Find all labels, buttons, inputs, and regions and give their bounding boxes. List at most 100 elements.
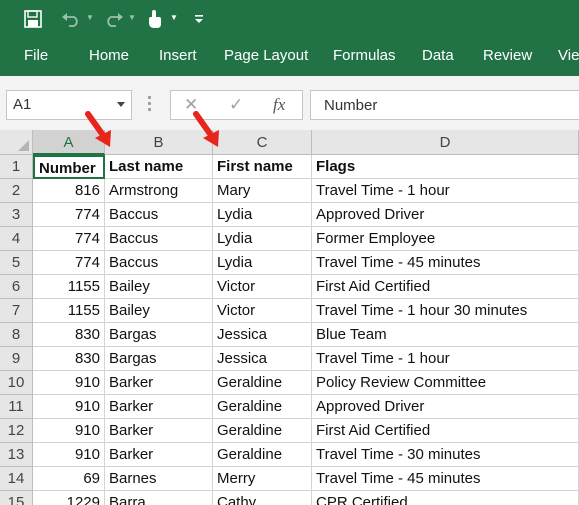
row-header[interactable]: 6 <box>0 275 33 299</box>
row-header[interactable]: 8 <box>0 323 33 347</box>
row-header[interactable]: 11 <box>0 395 33 419</box>
cell-a15[interactable]: 1229 <box>33 491 105 505</box>
cell-d7[interactable]: Travel Time - 1 hour 30 minutes <box>312 299 579 323</box>
cell-d10[interactable]: Policy Review Committee <box>312 371 579 395</box>
cell-a9[interactable]: 830 <box>33 347 105 371</box>
cell-d5[interactable]: Travel Time - 45 minutes <box>312 251 579 275</box>
resize-grip-icon[interactable] <box>148 96 151 114</box>
tab-view[interactable]: Vie <box>558 38 579 76</box>
tab-formulas[interactable]: Formulas <box>333 38 396 76</box>
name-box-value: A1 <box>13 96 32 113</box>
cell-a10[interactable]: 910 <box>33 371 105 395</box>
cell-b14[interactable]: Barnes <box>105 467 213 491</box>
row-header[interactable]: 12 <box>0 419 33 443</box>
row-header[interactable]: 7 <box>0 299 33 323</box>
cell-d15[interactable]: CPR Certified <box>312 491 579 505</box>
cell-b7[interactable]: Bailey <box>105 299 213 323</box>
cell-b6[interactable]: Bailey <box>105 275 213 299</box>
cell-c6[interactable]: Victor <box>213 275 312 299</box>
cell-c7[interactable]: Victor <box>213 299 312 323</box>
cell-d13[interactable]: Travel Time - 30 minutes <box>312 443 579 467</box>
tab-review[interactable]: Review <box>483 38 532 76</box>
redo-dropdown-icon[interactable]: ▼ <box>128 14 136 22</box>
cell-d14[interactable]: Travel Time - 45 minutes <box>312 467 579 491</box>
row-header[interactable]: 14 <box>0 467 33 491</box>
cell-c13[interactable]: Geraldine <box>213 443 312 467</box>
cell-a14[interactable]: 69 <box>33 467 105 491</box>
cell-b3[interactable]: Baccus <box>105 203 213 227</box>
cell-b15[interactable]: Barra <box>105 491 213 505</box>
cell-a8[interactable]: 830 <box>33 323 105 347</box>
cell-b11[interactable]: Barker <box>105 395 213 419</box>
cell-d4[interactable]: Former Employee <box>312 227 579 251</box>
cell-a12[interactable]: 910 <box>33 419 105 443</box>
cell-d2[interactable]: Travel Time - 1 hour <box>312 179 579 203</box>
cell-b8[interactable]: Bargas <box>105 323 213 347</box>
insert-function-icon[interactable]: fx <box>273 95 285 115</box>
cell-c10[interactable]: Geraldine <box>213 371 312 395</box>
redo-icon[interactable] <box>103 6 125 32</box>
row-header[interactable]: 9 <box>0 347 33 371</box>
cell-d12[interactable]: First Aid Certified <box>312 419 579 443</box>
cell-c4[interactable]: Lydia <box>213 227 312 251</box>
cell-c3[interactable]: Lydia <box>213 203 312 227</box>
row-header[interactable]: 10 <box>0 371 33 395</box>
cell-c14[interactable]: Merry <box>213 467 312 491</box>
cell-d8[interactable]: Blue Team <box>312 323 579 347</box>
cell-a5[interactable]: 774 <box>33 251 105 275</box>
cell-b12[interactable]: Barker <box>105 419 213 443</box>
cell-b13[interactable]: Barker <box>105 443 213 467</box>
enter-icon[interactable]: ✓ <box>229 95 243 115</box>
undo-dropdown-icon[interactable]: ▼ <box>86 14 94 22</box>
cell-a1[interactable]: Number <box>33 155 105 179</box>
red-arrow-icon <box>193 111 219 147</box>
row-header[interactable]: 2 <box>0 179 33 203</box>
cell-c2[interactable]: Mary <box>213 179 312 203</box>
tab-page-layout[interactable]: Page Layout <box>224 38 308 76</box>
cell-a11[interactable]: 910 <box>33 395 105 419</box>
cell-c1[interactable]: First name <box>213 155 312 179</box>
cell-a13[interactable]: 910 <box>33 443 105 467</box>
cell-d9[interactable]: Travel Time - 1 hour <box>312 347 579 371</box>
tab-home[interactable]: Home <box>89 38 129 76</box>
row-header[interactable]: 1 <box>0 155 33 179</box>
formula-input[interactable]: Number <box>310 90 579 120</box>
cell-b5[interactable]: Baccus <box>105 251 213 275</box>
cell-c8[interactable]: Jessica <box>213 323 312 347</box>
cell-d1[interactable]: Flags <box>312 155 579 179</box>
tab-data[interactable]: Data <box>422 38 454 76</box>
row-header[interactable]: 15 <box>0 491 33 505</box>
cell-a4[interactable]: 774 <box>33 227 105 251</box>
cell-b9[interactable]: Bargas <box>105 347 213 371</box>
save-icon[interactable] <box>22 6 44 32</box>
cell-a6[interactable]: 1155 <box>33 275 105 299</box>
cell-a7[interactable]: 1155 <box>33 299 105 323</box>
cell-b1[interactable]: Last name <box>105 155 213 179</box>
cell-c9[interactable]: Jessica <box>213 347 312 371</box>
undo-icon[interactable] <box>60 6 82 32</box>
cell-a3[interactable]: 774 <box>33 203 105 227</box>
row-header[interactable]: 13 <box>0 443 33 467</box>
cell-c5[interactable]: Lydia <box>213 251 312 275</box>
cell-b4[interactable]: Baccus <box>105 227 213 251</box>
row-header[interactable]: 3 <box>0 203 33 227</box>
cell-c11[interactable]: Geraldine <box>213 395 312 419</box>
cell-d11[interactable]: Approved Driver <box>312 395 579 419</box>
select-all-button[interactable] <box>0 130 33 155</box>
cell-b2[interactable]: Armstrong <box>105 179 213 203</box>
customize-qat-icon[interactable] <box>192 6 206 32</box>
touch-mode-dropdown-icon[interactable]: ▼ <box>170 14 178 22</box>
cell-d3[interactable]: Approved Driver <box>312 203 579 227</box>
name-box-dropdown-icon[interactable] <box>117 102 125 107</box>
cell-a2[interactable]: 816 <box>33 179 105 203</box>
cell-b10[interactable]: Barker <box>105 371 213 395</box>
cell-c12[interactable]: Geraldine <box>213 419 312 443</box>
cell-d6[interactable]: First Aid Certified <box>312 275 579 299</box>
column-header-d[interactable]: D <box>312 130 579 155</box>
touch-mode-icon[interactable] <box>144 6 166 32</box>
tab-file[interactable]: File <box>24 38 48 76</box>
cell-c15[interactable]: Cathy <box>213 491 312 505</box>
tab-insert[interactable]: Insert <box>159 38 197 76</box>
row-header[interactable]: 4 <box>0 227 33 251</box>
row-header[interactable]: 5 <box>0 251 33 275</box>
